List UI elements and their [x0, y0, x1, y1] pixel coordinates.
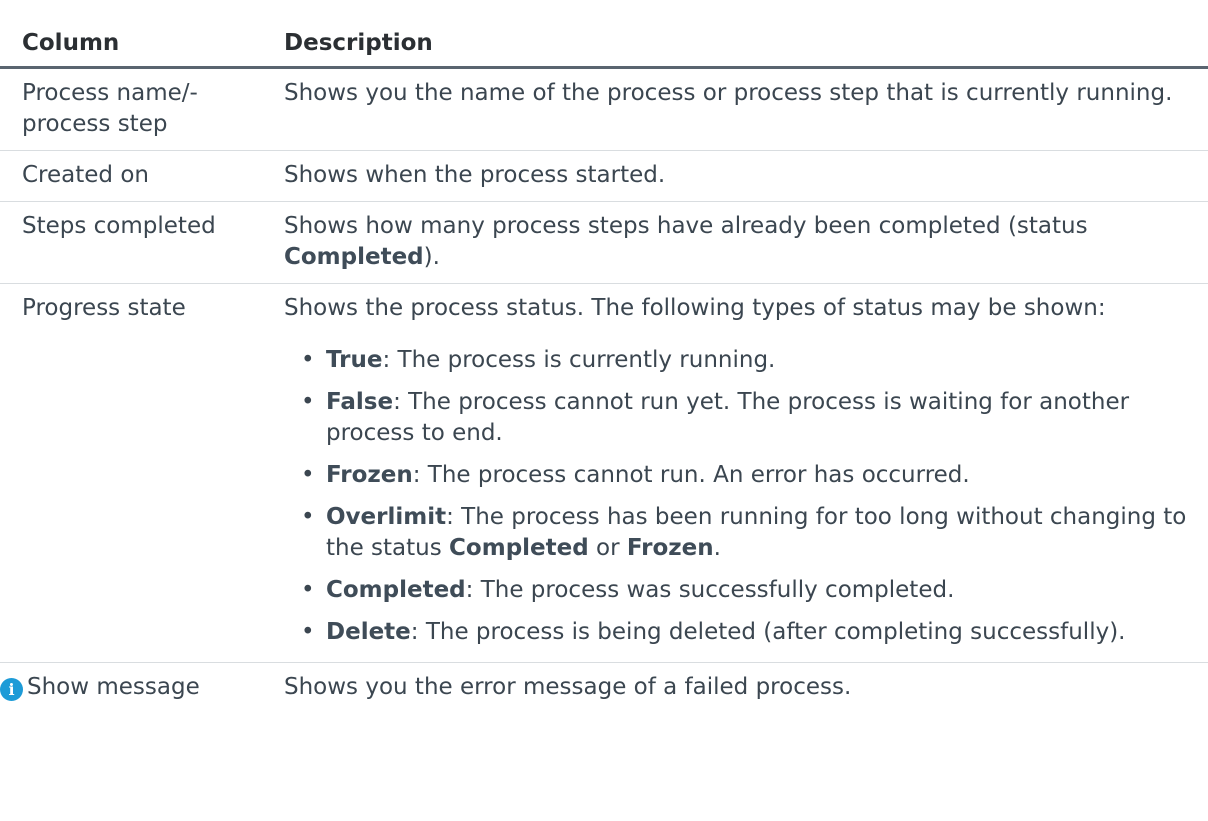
info-icon: i	[0, 678, 23, 701]
row-column-name: Progress state	[0, 283, 264, 663]
table-row: Progress state Shows the process status.…	[0, 283, 1208, 663]
row-column-name: Steps completed	[0, 201, 264, 284]
row-description: Shows you the error message of a failed …	[284, 674, 852, 700]
status-term: Completed	[449, 535, 589, 561]
desc-text: Shows the process status. The following …	[284, 295, 1106, 321]
status-text: : The process cannot run yet. The proces…	[326, 389, 1130, 446]
table-row: Steps completed Shows how many process s…	[0, 201, 1208, 284]
column-name-line-2: process step	[22, 111, 168, 137]
status-text: .	[713, 535, 721, 561]
bullet-icon: •	[301, 619, 315, 645]
status-term: Frozen	[326, 462, 413, 488]
column-name-text: Show message	[27, 674, 200, 700]
status-term: Completed	[326, 577, 466, 603]
bullet-icon: •	[301, 462, 315, 488]
table-row: i Show message Shows you the error messag…	[0, 663, 1208, 714]
status-text: : The process is being deleted (after co…	[410, 619, 1126, 645]
columns-table: Column Description Process name/- proces…	[0, 0, 1208, 713]
list-item: • False: The process cannot run yet. The …	[284, 387, 1198, 449]
status-term: Delete	[326, 619, 411, 645]
status-text: : The process cannot run. An error has o…	[412, 462, 970, 488]
status-term: False	[326, 389, 394, 415]
table-header-row: Column Description	[0, 0, 1208, 69]
list-item: • Overlimit: The process has been running…	[284, 502, 1198, 564]
row-description: Shows how many process steps have alread…	[264, 201, 1208, 284]
header-description: Description	[264, 0, 1208, 69]
status-text: or	[588, 535, 627, 561]
table-row: Process name/- process step Shows you th…	[0, 67, 1208, 151]
list-item: • Completed: The process was successfully…	[284, 575, 1198, 606]
row-description: Shows the process status. The following …	[264, 283, 1208, 663]
status-term: Completed	[284, 244, 424, 270]
bullet-icon: •	[301, 347, 315, 373]
desc-text: ).	[423, 244, 440, 270]
bullet-icon: •	[301, 577, 315, 603]
row-description: Shows you the name of the process or pro…	[264, 67, 1208, 151]
row-column-name: Process name/- process step	[0, 67, 264, 151]
status-text: : The process is currently running.	[382, 347, 776, 373]
list-item: • Delete: The process is being deleted (a…	[284, 617, 1198, 648]
row-description: Shows when the process started.	[264, 150, 1208, 202]
status-term: Frozen	[626, 535, 714, 561]
list-item: • True: The process is currently running.	[284, 345, 1198, 376]
header-column: Column	[0, 0, 264, 69]
desc-text: Shows how many process steps have alread…	[284, 213, 1088, 239]
status-term: True	[326, 347, 383, 373]
row-column-name: Created on	[0, 150, 264, 202]
status-term: Overlimit	[326, 504, 447, 530]
bullet-icon: •	[301, 504, 315, 530]
column-name-line-1: Process name/-	[22, 80, 198, 106]
list-item: • Frozen: The process cannot run. An erro…	[284, 460, 1198, 491]
row-column-name: i Show message	[0, 663, 264, 714]
status-text: : The process was successfully completed…	[465, 577, 955, 603]
status-list: • True: The process is currently running.…	[284, 345, 1198, 648]
bullet-icon: •	[301, 389, 315, 415]
table-row: Created on Shows when the process starte…	[0, 150, 1208, 202]
